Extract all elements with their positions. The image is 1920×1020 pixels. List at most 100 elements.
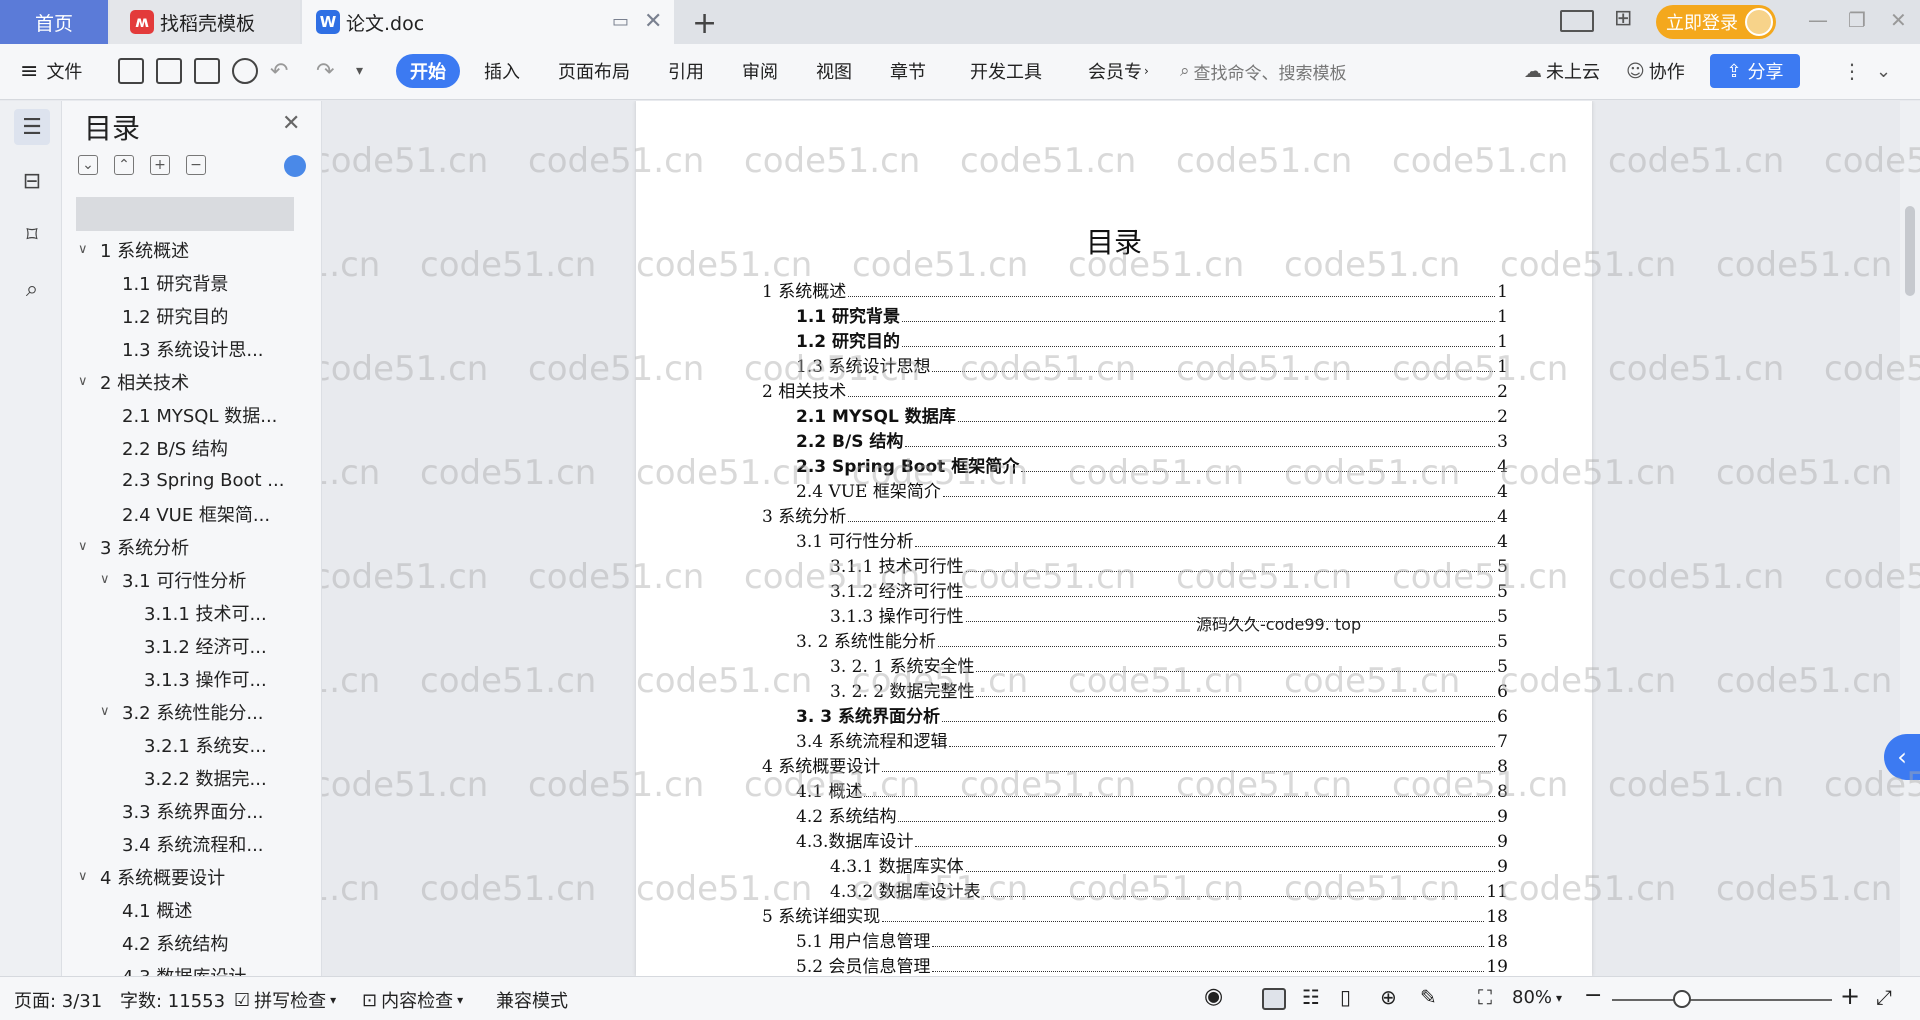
collaborate-button[interactable]: ☺ 协作 [1626,54,1685,88]
close-icon[interactable]: ✕ [282,111,300,136]
tab-home[interactable]: 首页 [0,0,108,44]
close-window-icon[interactable]: ✕ [1890,8,1907,32]
toc-entry[interactable]: 1.2 研究目的 1 [796,327,1508,352]
bookmark-icon[interactable]: ⌑ [14,217,50,253]
toc-tree-item[interactable]: 1.1 研究背景 [122,266,228,299]
page-indicator[interactable]: 页面: 3/31 [14,987,102,1013]
zoom-out-icon[interactable]: − [1584,983,1602,1008]
toc-tree-item[interactable]: 3.1.2 经济可... [144,629,267,662]
collapse-ribbon-icon[interactable]: ⌄ [1876,54,1891,88]
zoom-dropdown[interactable]: 80% ▾ [1512,987,1562,1008]
word-count[interactable]: 字数: 11553 [120,987,225,1013]
toc-entry[interactable]: 5 系统详细实现 18 [762,902,1508,927]
monitor-icon[interactable]: ▭ [612,11,629,32]
ribbon-tab-view[interactable]: 视图 [816,54,852,88]
eye-protect-icon[interactable]: ◉ [1204,984,1223,1009]
cloud-status[interactable]: ☁ 未上云 [1524,54,1600,88]
print-icon[interactable] [194,58,220,84]
content-check-button[interactable]: ⊡ 内容检查 ▾ [362,987,463,1013]
ribbon-tab-page-layout[interactable]: 页面布局 [558,54,630,88]
expand-chevron-icon[interactable]: ∨ [78,242,94,257]
ai-assistant-icon[interactable] [284,155,306,177]
toc-tree-item[interactable]: 2.4 VUE 框架简... [122,497,270,530]
toc-entry[interactable]: 4.3.2 数据库设计表 11 [830,877,1508,902]
expand-chevron-icon[interactable]: ∨ [78,869,94,884]
add-heading-icon[interactable]: + [150,155,170,175]
login-button[interactable]: 立即登录 [1656,5,1776,39]
new-tab-icon[interactable]: + [692,6,717,41]
toc-entry[interactable]: 2.3 Spring Boot 框架简介 4 [796,452,1508,477]
collapse-all-icon[interactable]: ⌃ [114,155,134,175]
toc-entry[interactable]: 4.3.数据库设计 9 [796,827,1508,852]
ribbon-tab-chapter[interactable]: 章节 [890,54,926,88]
toc-entry[interactable]: 1 系统概述 1 [762,277,1508,302]
ribbon-tab-member[interactable]: 会员专 › [1088,54,1149,88]
toc-entry[interactable]: 4 系统概要设计 8 [762,752,1508,777]
toc-tree-item[interactable]: ∨ 4 系统概要设计 [78,860,225,893]
toc-tree-item[interactable]: 3.3 系统界面分... [122,794,264,827]
tab-templates[interactable]: ʍ 找稻壳模板 [110,0,300,44]
toc-tree-item[interactable]: ∨ 3 系统分析 [78,530,189,563]
toc-entry[interactable]: 5.2 会员信息管理 19 [796,952,1508,976]
toc-nav-icon[interactable]: ☰ [14,109,50,145]
export-icon[interactable] [156,58,182,84]
toc-entry[interactable]: 3. 2 系统性能分析 5 [796,627,1508,652]
toc-entry[interactable]: 2 相关技术 2 [762,377,1508,402]
zoom-slider[interactable] [1612,999,1832,1001]
minimize-icon[interactable]: — [1808,8,1828,32]
expand-chevron-icon[interactable]: ∨ [100,572,116,587]
remove-heading-icon[interactable]: − [186,155,206,175]
toc-entry[interactable]: 3.1.1 技术可行性 5 [830,552,1508,577]
outline-view-icon[interactable]: ☷ [1302,985,1320,1009]
edit-view-icon[interactable]: ✎ [1420,985,1437,1009]
toc-entry[interactable]: 3 系统分析 4 [762,502,1508,527]
toc-entry[interactable]: 4.3.1 数据库实体 9 [830,852,1508,877]
toc-tree-item[interactable]: ∨ 1 系统概述 [78,233,189,266]
spell-check-button[interactable]: ☑ 拼写检查 ▾ [234,987,336,1013]
fullscreen-icon[interactable]: ⤢ [1876,985,1892,1009]
toc-entry[interactable]: 3. 3 系统界面分析 6 [796,702,1508,727]
ribbon-tab-review[interactable]: 审阅 [742,54,778,88]
toc-tree-item[interactable]: 3.4 系统流程和... [122,827,264,860]
page-view-icon[interactable] [1262,988,1286,1010]
file-menu-button[interactable]: ≡ 文件 [20,54,82,88]
expand-chevron-icon[interactable]: ∨ [100,704,116,719]
save-icon[interactable] [118,58,144,84]
close-tab-icon[interactable]: ✕ [644,9,662,34]
undo-icon[interactable]: ↶ [270,54,288,88]
toc-tree-item[interactable]: 2.3 Spring Boot ... [122,464,284,497]
toc-entry[interactable]: 3.1.3 操作可行性 5 [830,602,1508,627]
read-view-icon[interactable]: ▯ [1340,985,1351,1009]
ribbon-tab-developer[interactable]: 开发工具 [970,54,1042,88]
toc-tree-item[interactable]: 2.2 B/S 结构 [122,431,228,464]
toc-entry[interactable]: 2.4 VUE 框架简介 4 [796,477,1508,502]
ribbon-tab-insert[interactable]: 插入 [484,54,520,88]
toc-tree-item[interactable]: 1.2 研究目的 [122,299,228,332]
vertical-scrollbar[interactable] [1900,101,1920,976]
toc-entry[interactable]: 5.1 用户信息管理 18 [796,927,1508,952]
ribbon-tab-start[interactable]: 开始 [396,54,460,88]
toc-entry[interactable]: 3.1.2 经济可行性 5 [830,577,1508,602]
toc-entry[interactable]: 4.2 系统结构 9 [796,802,1508,827]
print-preview-icon[interactable] [232,58,258,84]
toc-tree-item[interactable]: 4.2 系统结构 [122,926,228,959]
toc-entry[interactable]: 1.3 系统设计思想 1 [796,352,1508,377]
expand-chevron-icon[interactable]: ∨ [78,374,94,389]
web-view-icon[interactable]: ⊕ [1380,985,1397,1009]
document-page[interactable]: 目录 1 系统概述 1 1.1 研究背景 1 1.2 研究目的 1 1.3 系统设计思想 1 2… [636,101,1592,976]
toc-entry[interactable]: 3. 2. 2 数据完整性 6 [830,677,1508,702]
toc-tree-item[interactable]: 2.1 MYSQL 数据... [122,398,277,431]
more-options-icon[interactable]: ⋮ [1842,54,1862,88]
command-search[interactable]: ⌕ 查找命令、搜索模板 [1180,54,1380,88]
redo-icon[interactable]: ↷ [316,54,334,88]
expand-chevron-icon[interactable]: ∨ [78,539,94,554]
fit-page-icon[interactable]: ⛶ [1478,985,1492,1009]
toc-tree-item[interactable]: 1.3 系统设计思... [122,332,264,365]
quick-access-dropdown-icon[interactable]: ▾ [356,54,363,88]
expand-all-icon[interactable]: ⌄ [78,155,98,175]
toc-entry[interactable]: 3.4 系统流程和逻辑 7 [796,727,1508,752]
ribbon-tab-references[interactable]: 引用 [668,54,704,88]
toc-entry[interactable]: 2.1 MYSQL 数据库 2 [796,402,1508,427]
toc-tree-item[interactable]: 3.2.2 数据完... [144,761,267,794]
toc-tree-item[interactable]: 4.1 概述 [122,893,192,926]
